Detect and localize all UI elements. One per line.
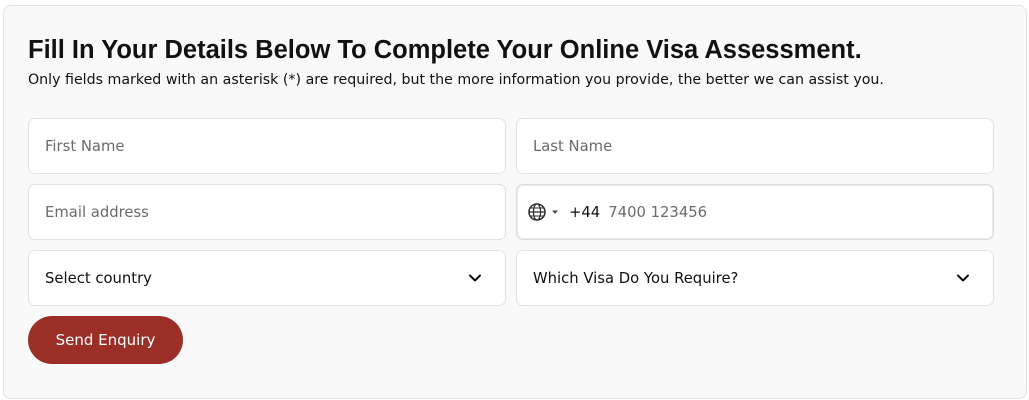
- phone-input[interactable]: [608, 203, 993, 221]
- phone-field[interactable]: +44: [516, 184, 994, 240]
- globe-icon: [528, 203, 546, 221]
- dial-code: +44: [569, 203, 601, 221]
- visa-select-value: Which Visa Do You Require?: [533, 269, 739, 287]
- country-code-selector[interactable]: [527, 202, 569, 222]
- chevron-down-icon: [469, 274, 481, 282]
- caret-down-icon: [552, 210, 558, 214]
- first-name-field[interactable]: [28, 118, 506, 174]
- visa-assessment-form-card: Fill In Your Details Below To Complete Y…: [3, 5, 1027, 399]
- email-input[interactable]: [45, 203, 505, 221]
- country-select[interactable]: Select country: [28, 250, 506, 306]
- visa-type-select[interactable]: Which Visa Do You Require?: [516, 250, 994, 306]
- email-field[interactable]: [28, 184, 506, 240]
- country-select-value: Select country: [45, 269, 152, 287]
- first-name-input[interactable]: [45, 137, 505, 155]
- send-enquiry-button[interactable]: Send Enquiry: [28, 316, 183, 364]
- last-name-field[interactable]: [516, 118, 994, 174]
- chevron-down-icon: [957, 274, 969, 282]
- form-subtitle: Only fields marked with an asterisk (*) …: [28, 72, 884, 88]
- form-title: Fill In Your Details Below To Complete Y…: [28, 36, 862, 64]
- last-name-input[interactable]: [533, 137, 993, 155]
